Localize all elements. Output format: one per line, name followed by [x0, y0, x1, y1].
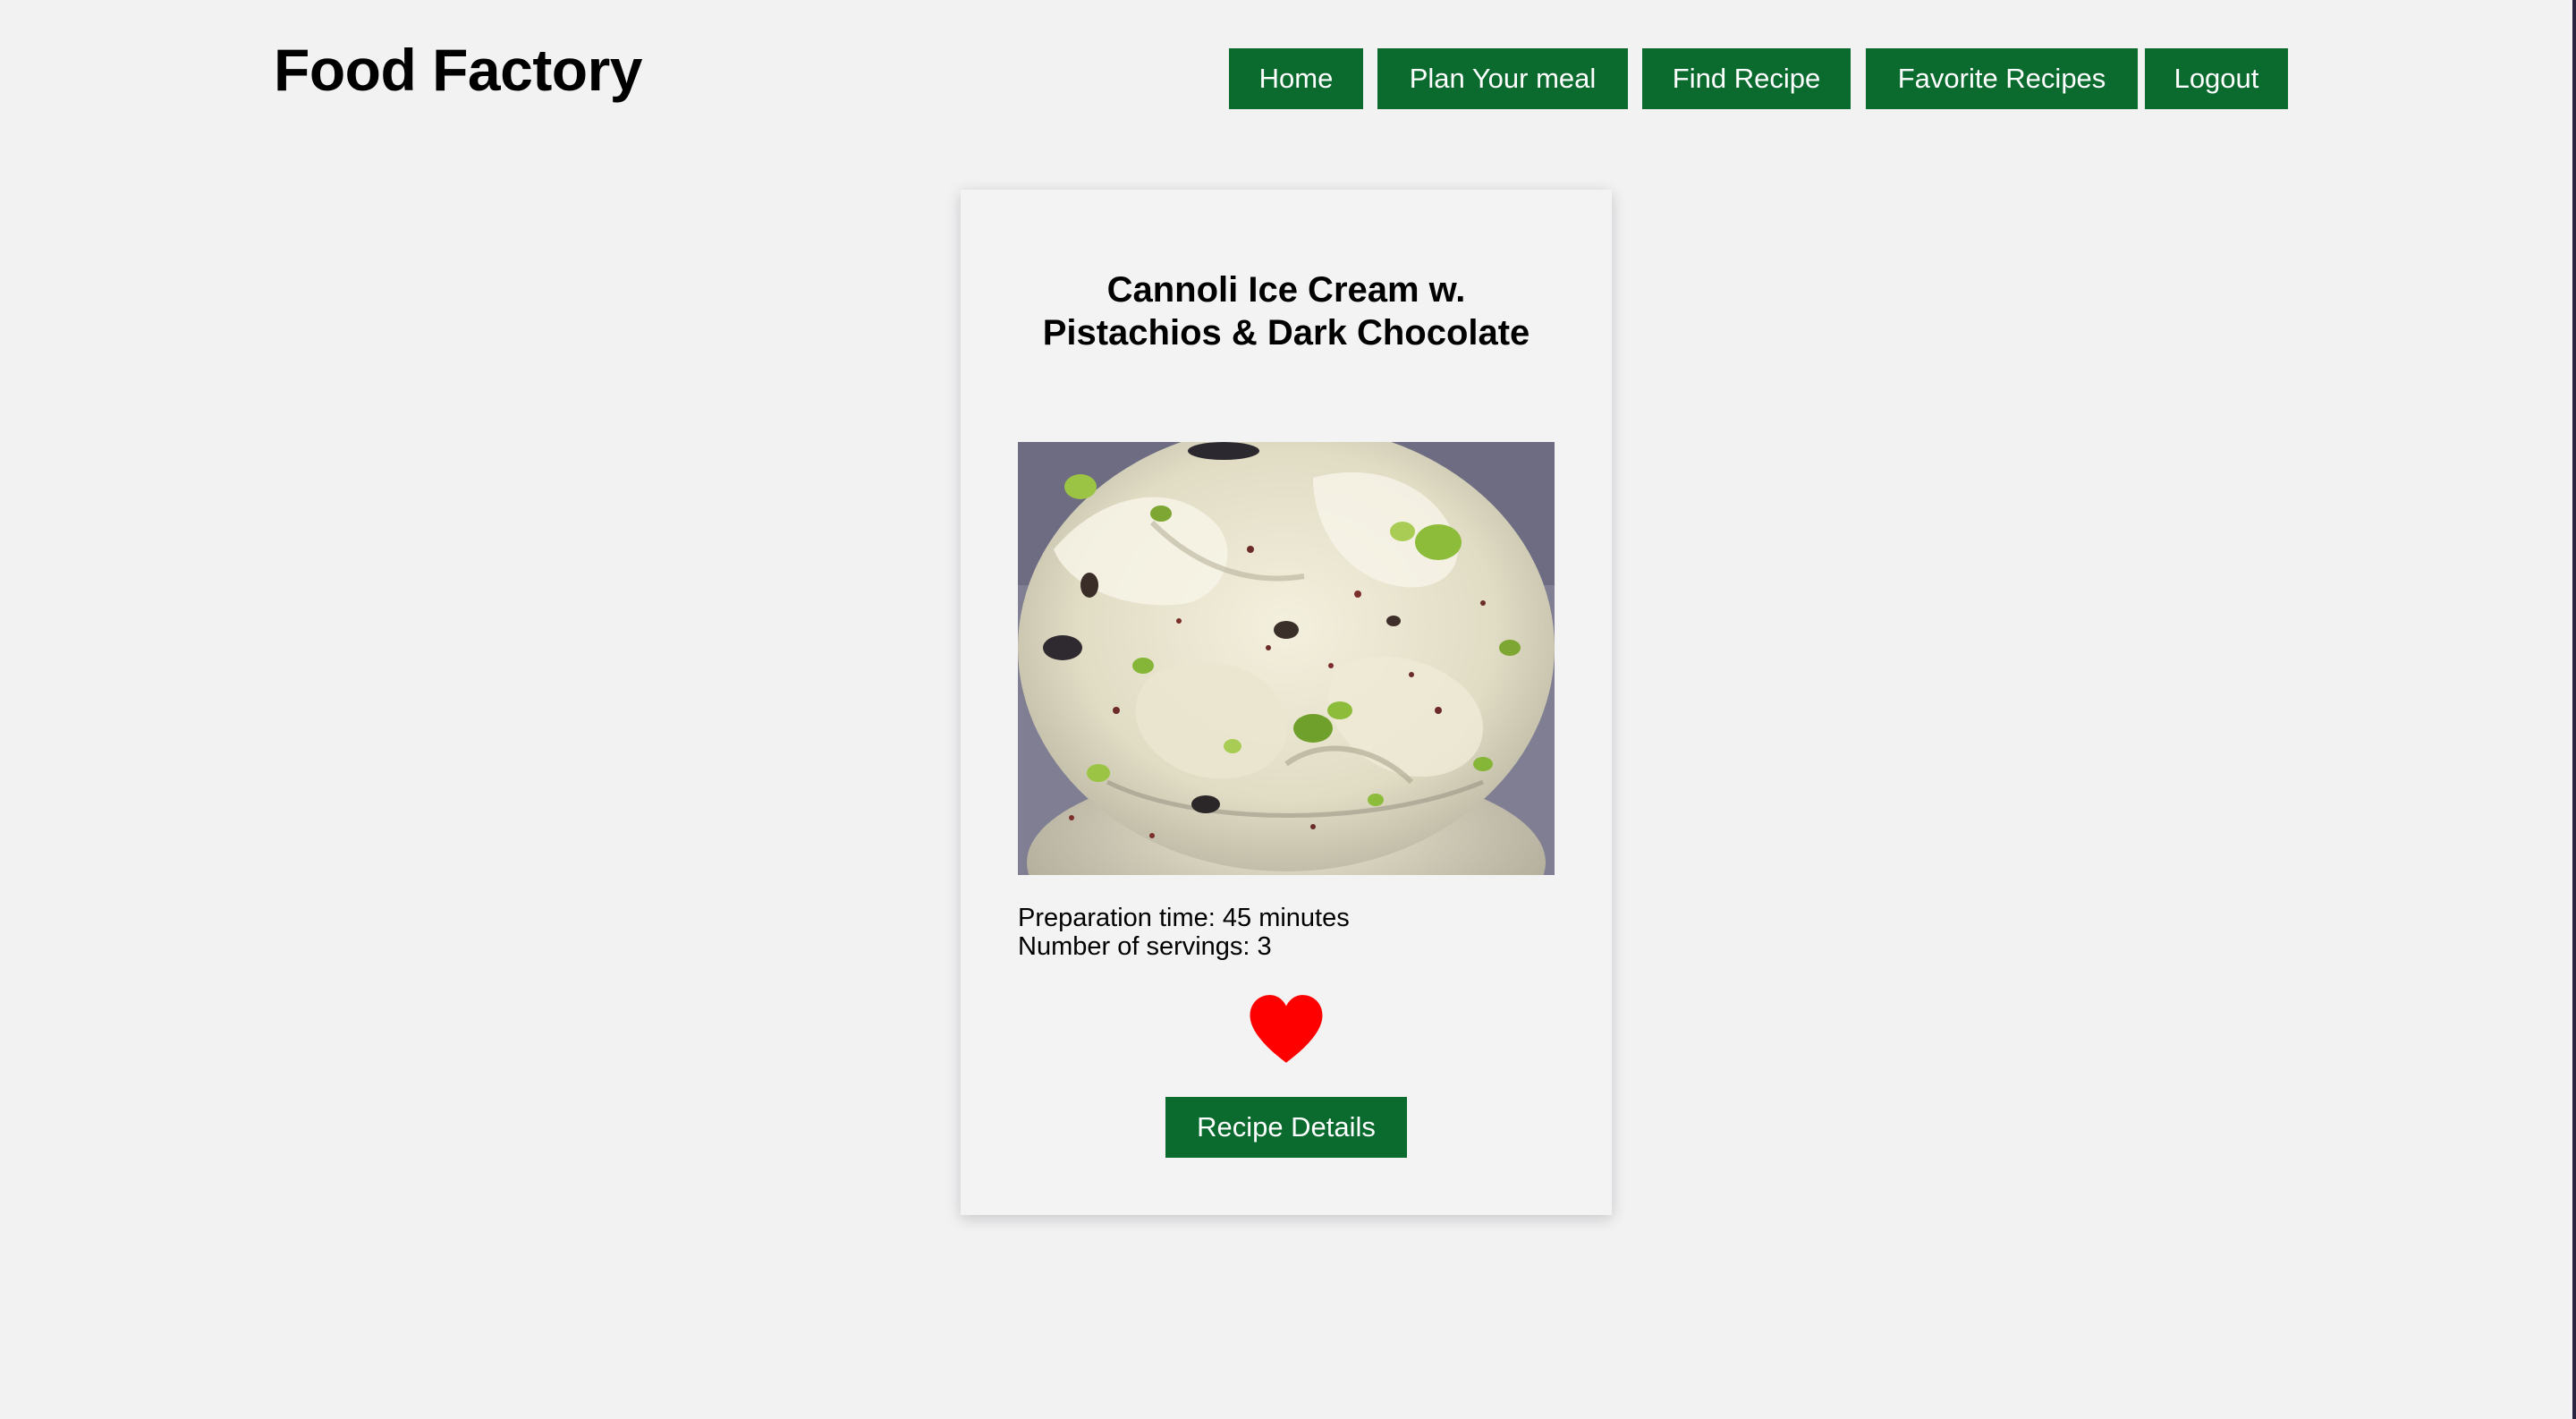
nav-plan-meal-button[interactable]: Plan Your meal: [1377, 48, 1628, 109]
recipe-details-button[interactable]: Recipe Details: [1165, 1097, 1407, 1158]
nav-logout-button[interactable]: Logout: [2145, 48, 2288, 109]
site-logo: Food Factory: [274, 37, 643, 103]
window-edge: [2572, 0, 2576, 1419]
nav-find-recipe-button[interactable]: Find Recipe: [1642, 48, 1851, 109]
preparation-time: Preparation time: 45 minutes: [1018, 904, 1350, 932]
heart-icon[interactable]: [1247, 993, 1326, 1065]
number-of-servings: Number of servings: 3: [1018, 932, 1272, 961]
recipe-meta: Preparation time: 45 minutes Number of s…: [1018, 904, 1350, 961]
recipe-image: [1018, 442, 1555, 875]
recipe-card: Cannoli Ice Cream w. Pistachios & Dark C…: [961, 190, 1612, 1215]
nav-home-button[interactable]: Home: [1229, 48, 1363, 109]
recipe-title: Cannoli Ice Cream w. Pistachios & Dark C…: [1042, 270, 1530, 353]
nav-favorite-recipes-button[interactable]: Favorite Recipes: [1866, 48, 2138, 109]
